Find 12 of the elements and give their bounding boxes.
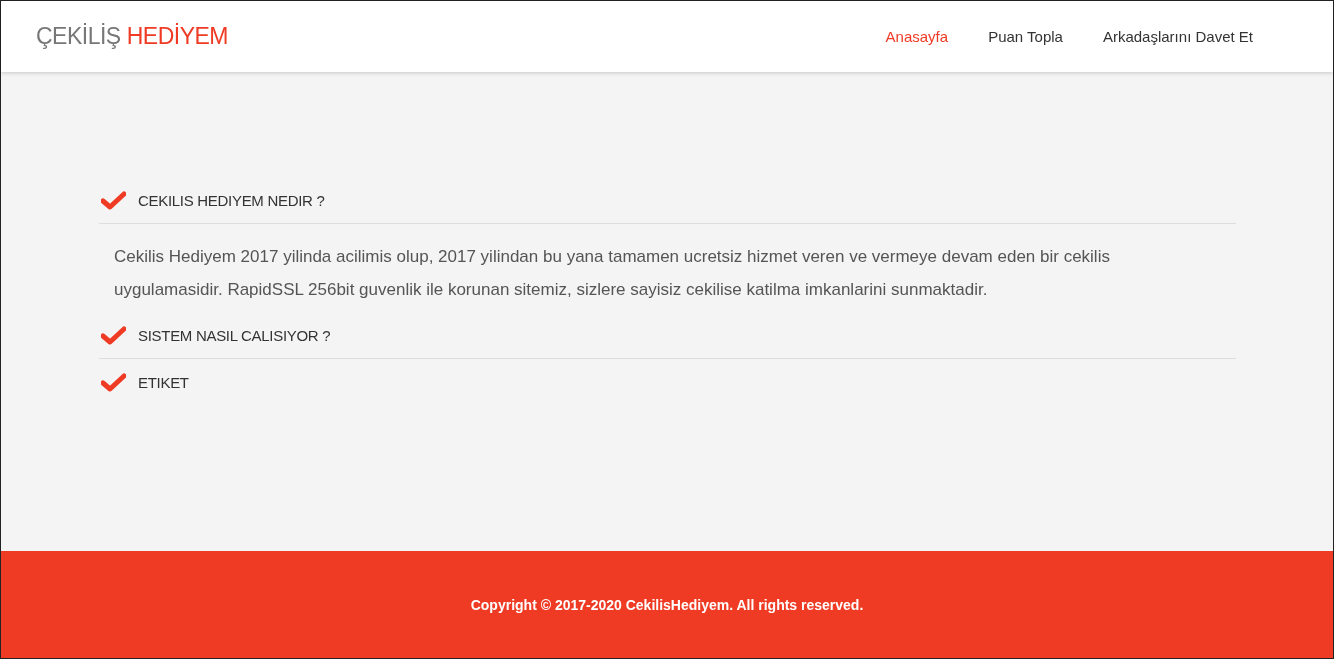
logo-text[interactable]: HEDİYEM	[126, 23, 228, 50]
faq-title[interactable]: SISTEM NASIL CALISIYOR ?	[138, 326, 331, 344]
nav-link[interactable]: Arkadaşlarını Davet Et	[1102, 28, 1253, 45]
logo-text[interactable]: ÇEKİLİŞ	[36, 23, 121, 50]
checkmark-icon	[101, 190, 126, 210]
checkmark-icon	[101, 372, 126, 392]
nav-link[interactable]: Puan Topla	[988, 28, 1063, 45]
faq-title[interactable]: CEKILIS HEDIYEM NEDIR ?	[138, 191, 325, 209]
nav-link[interactable]: Anasayfa	[885, 28, 949, 45]
copyright-text: Copyright © 2017-2020 CekilisHediyem. All rights reserved.	[470, 596, 864, 613]
checkmark-icon	[101, 325, 126, 345]
faq-title[interactable]: ETIKET	[138, 373, 189, 391]
